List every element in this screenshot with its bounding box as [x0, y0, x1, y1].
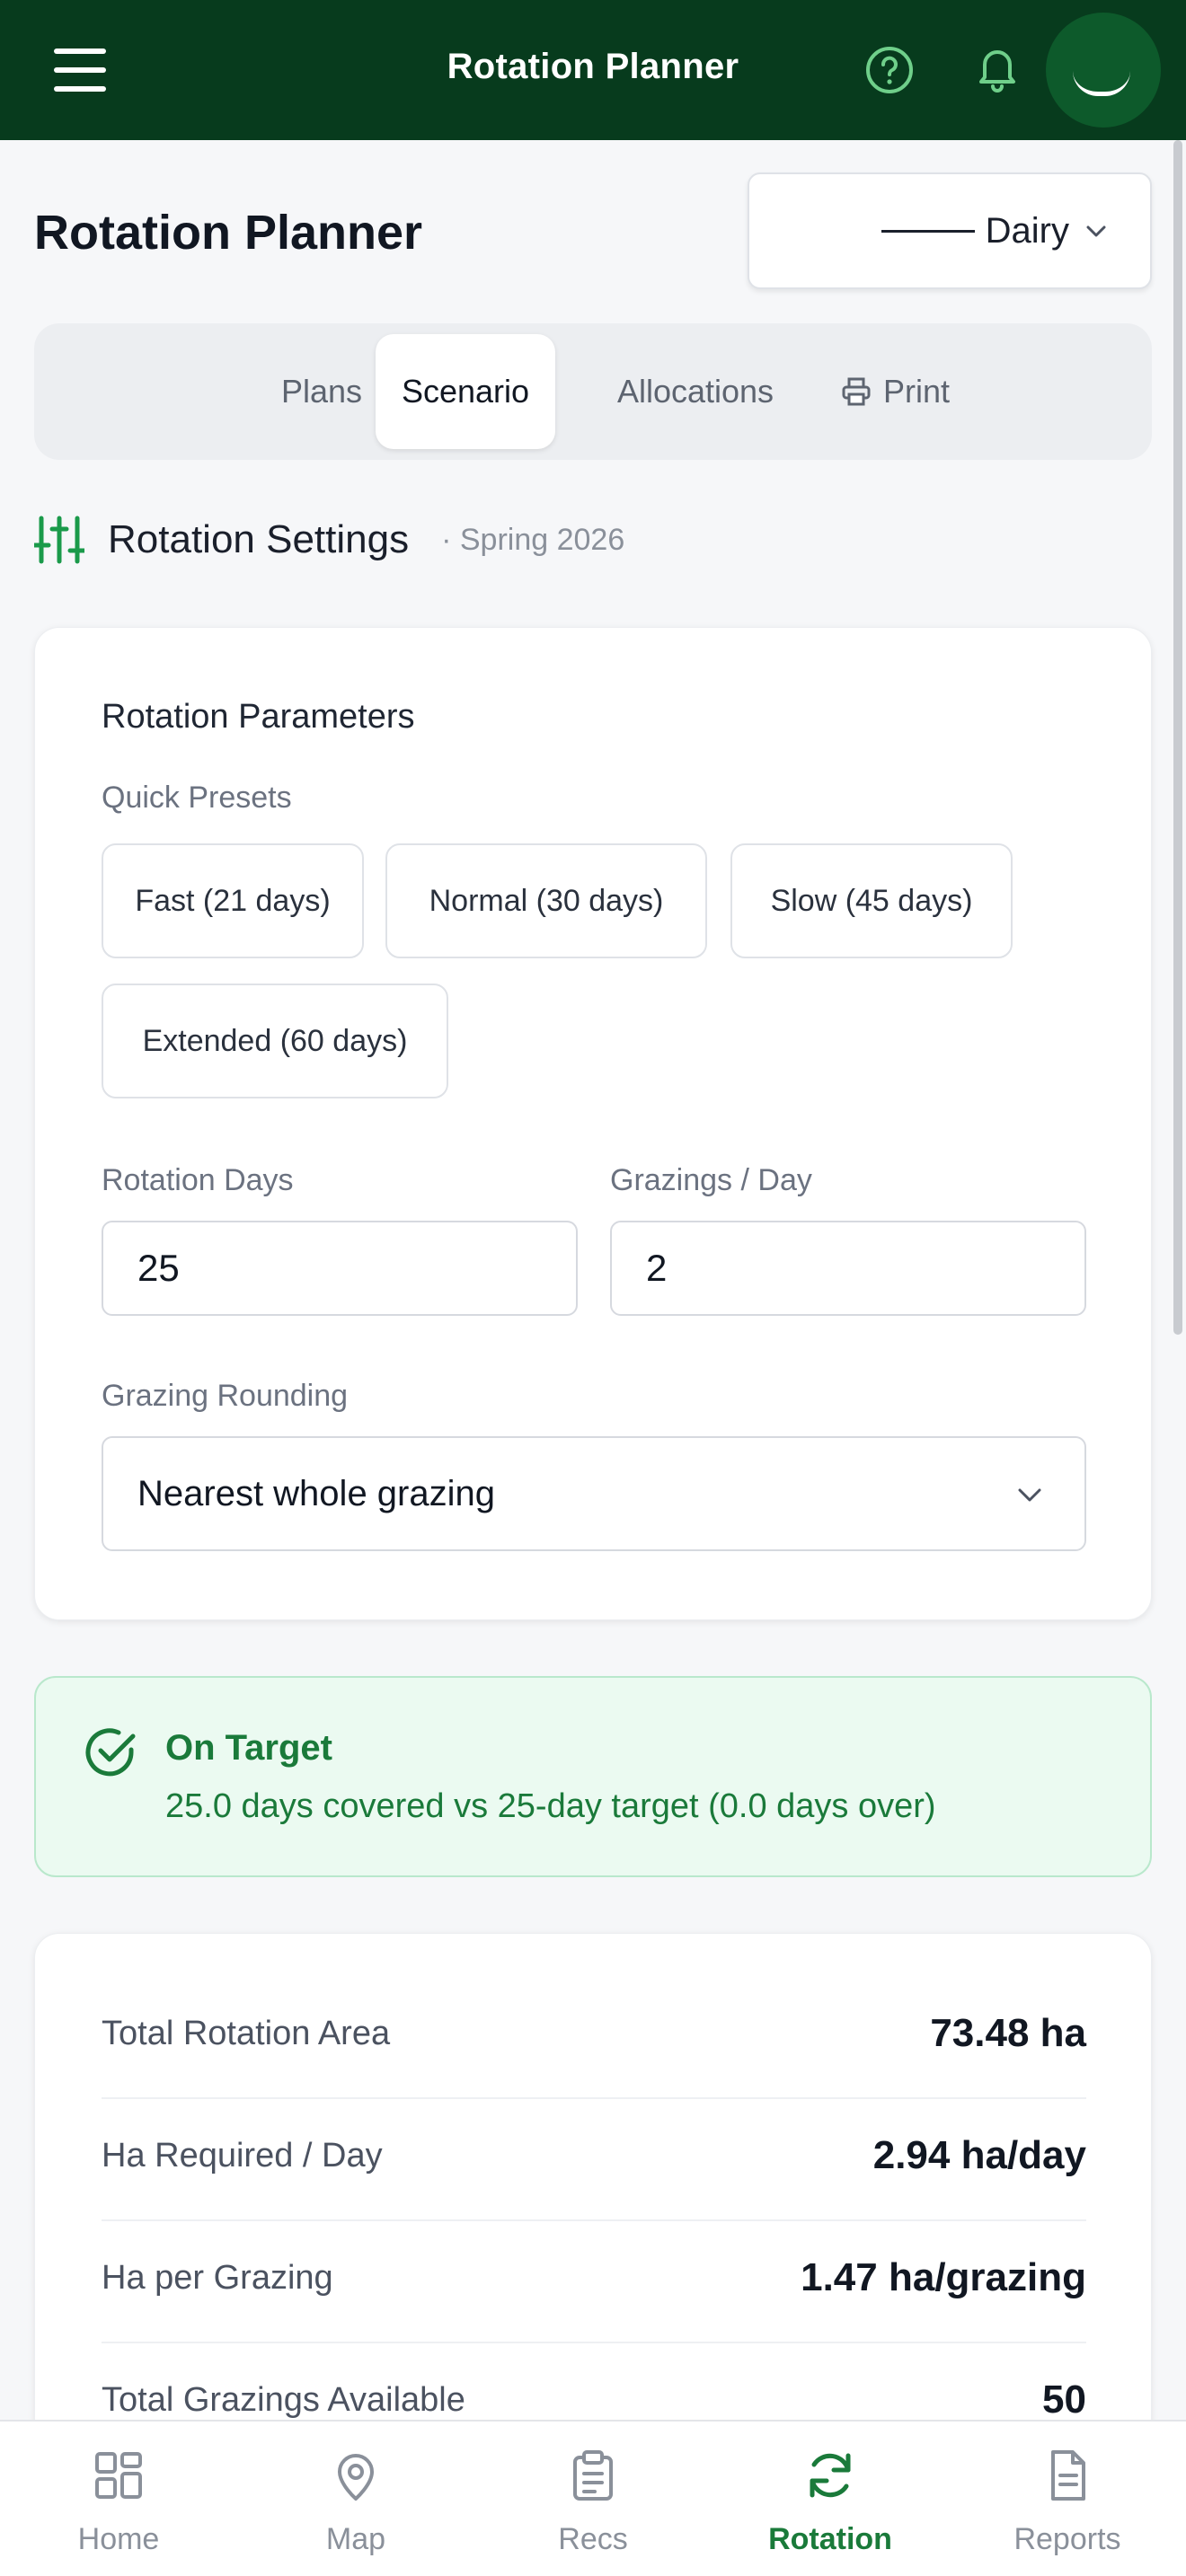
grazing-rounding-label: Grazing Rounding [102, 1379, 349, 1413]
farm-selector-value: Dairy [985, 210, 1069, 251]
nav-rotation[interactable]: Rotation [712, 2422, 949, 2576]
farm-selector[interactable]: Dairy [748, 172, 1152, 289]
map-pin-icon [338, 2454, 374, 2501]
summary-row: Ha Required / Day 2.94 ha/day [102, 2099, 1086, 2221]
nav-label: Map [325, 2522, 386, 2556]
status-message: 25.0 days covered vs 25-day target (0.0 … [165, 1787, 936, 1825]
printer-icon [842, 377, 871, 406]
summary-label: Total Grazings Available [102, 2381, 465, 2419]
grazing-rounding-value: Nearest whole grazing [137, 1473, 495, 1513]
tab-bar: Plans Scenario Allocations Print [34, 323, 1152, 460]
report-icon [1051, 2450, 1085, 2501]
chevron-down-icon [1086, 225, 1106, 237]
nav-label: Home [77, 2522, 160, 2556]
nav-label: Reports [1013, 2522, 1121, 2556]
section-heading: Rotation Settings · Spring 2026 [34, 508, 624, 571]
summary-value: 1.47 ha/grazing [801, 2255, 1086, 2299]
clipboard-icon [573, 2450, 613, 2501]
status-banner: On Target 25.0 days covered vs 25-day ta… [34, 1676, 1152, 1877]
nav-label: Recs [558, 2522, 628, 2556]
grazings-per-day-label: Grazings / Day [610, 1163, 812, 1197]
bell-icon[interactable] [972, 41, 1022, 95]
nav-home[interactable]: Home [0, 2422, 237, 2576]
nav-reports[interactable]: Reports [949, 2422, 1186, 2576]
nav-recs[interactable]: Recs [474, 2422, 712, 2576]
summary-label: Ha per Grazing [102, 2259, 333, 2297]
preset-slow-button[interactable]: Slow (45 days) [730, 843, 1013, 958]
summary-value: 50 [1042, 2378, 1086, 2422]
nav-map[interactable]: Map [237, 2422, 474, 2576]
rotation-parameters-card: Rotation Parameters Quick Presets Fast (… [34, 627, 1152, 1620]
tab-plans[interactable]: Plans [257, 334, 386, 449]
grazing-rounding-select[interactable]: Nearest whole grazing [102, 1436, 1086, 1551]
avatar[interactable] [1046, 13, 1161, 128]
tab-print[interactable]: Print [805, 334, 985, 449]
section-subtitle: · Spring 2026 [441, 522, 625, 557]
card-title: Rotation Parameters [102, 698, 415, 736]
status-title: On Target [165, 1728, 332, 1768]
farm-name-placeholder [881, 229, 975, 233]
quick-presets-label: Quick Presets [102, 781, 292, 815]
preset-normal-button[interactable]: Normal (30 days) [385, 843, 707, 958]
bottom-nav: Home Map Recs Rotation Reports [0, 2420, 1186, 2576]
help-icon[interactable] [864, 45, 915, 95]
rotation-days-label: Rotation Days [102, 1163, 294, 1197]
summary-row: Total Rotation Area 73.48 ha [102, 1977, 1086, 2099]
summary-value: 73.48 ha [930, 2011, 1086, 2055]
chevron-down-icon [1018, 1488, 1041, 1502]
tab-print-label: Print [882, 373, 951, 410]
scrollbar[interactable] [1173, 140, 1182, 1335]
grazings-per-day-input[interactable]: 2 [610, 1221, 1086, 1316]
summary-row: Ha per Grazing 1.47 ha/grazing [102, 2221, 1086, 2343]
summary-label: Ha Required / Day [102, 2137, 383, 2175]
nav-label: Rotation [768, 2522, 892, 2556]
app-bar: Rotation Planner [0, 0, 1186, 140]
rotation-icon [810, 2453, 851, 2498]
summary-label: Total Rotation Area [102, 2015, 391, 2052]
tab-allocations[interactable]: Allocations [577, 334, 814, 449]
tab-scenario[interactable]: Scenario [376, 334, 555, 449]
check-circle-icon [85, 1728, 136, 1777]
rotation-days-input[interactable]: 25 [102, 1221, 578, 1316]
section-title: Rotation Settings [108, 517, 410, 561]
home-grid-icon [95, 2452, 142, 2499]
preset-fast-button[interactable]: Fast (21 days) [102, 843, 364, 958]
preset-extended-button[interactable]: Extended (60 days) [102, 984, 448, 1098]
page-title: Rotation Planner [34, 206, 423, 260]
summary-value: 2.94 ha/day [872, 2133, 1086, 2177]
sliders-icon [34, 516, 84, 564]
